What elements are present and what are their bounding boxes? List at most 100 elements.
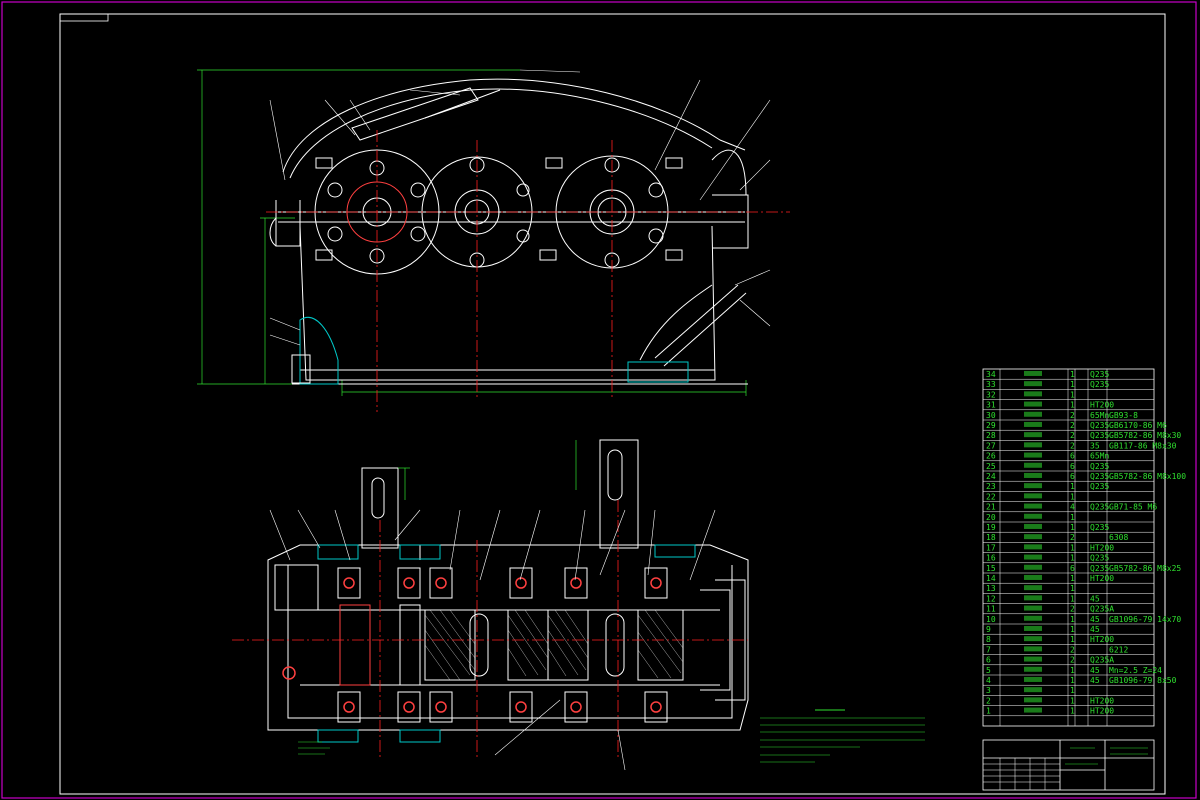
bom-note: GB93-8 xyxy=(1109,411,1138,420)
bom-count: 2 xyxy=(1070,431,1075,440)
bom-item-number: 7 xyxy=(986,645,991,654)
bom-row: 16 1 Q235 xyxy=(986,554,1109,563)
assembly-drawing-canvas[interactable]: 34 1 Q23533 1 Q23532 131 1 HT20030 2 65Mn GB93-829… xyxy=(0,0,1200,800)
bom-part-name-glyph xyxy=(1024,636,1042,642)
bom-count: 1 xyxy=(1070,401,1075,410)
bom-item-number: 16 xyxy=(986,554,996,563)
bom-item-number: 19 xyxy=(986,523,996,532)
bom-material: HT200 xyxy=(1090,543,1114,552)
bom-item-number: 5 xyxy=(986,666,991,675)
bom-row: 30 2 65Mn GB93-8 xyxy=(986,411,1138,420)
bom-note: 6308 xyxy=(1109,533,1128,542)
bom-row: 4 1 45 GB1096-79 8x50 xyxy=(986,676,1177,685)
bom-material: Q235 xyxy=(1090,462,1109,471)
bom-count: 1 xyxy=(1070,666,1075,675)
bom-part-name-glyph xyxy=(1024,513,1042,519)
bom-material: 45 xyxy=(1090,594,1100,603)
bom-row: 10 1 45 GB1096-79 14x70 xyxy=(986,615,1181,624)
bom-note: GB5782-86 M8x25 xyxy=(1109,564,1181,573)
bom-row: 14 1 HT200 xyxy=(986,574,1114,583)
title-block xyxy=(982,739,1155,791)
bom-part-name-glyph xyxy=(1024,442,1042,448)
bom-item-number: 15 xyxy=(986,564,996,573)
technical-notes xyxy=(760,709,925,763)
bom-count: 1 xyxy=(1070,543,1075,552)
bom-material: 45 xyxy=(1090,625,1100,634)
sheet-outer-border xyxy=(1,1,1197,799)
bom-item-number: 12 xyxy=(986,594,996,603)
bom-part-name-glyph xyxy=(1024,523,1042,529)
bom-part-name-glyph xyxy=(1024,503,1042,509)
cad-drawing-viewport[interactable]: 34 1 Q235 33 1 Q235 32 1 31 1 HT200 30 2 65Mn GB93-8 29… xyxy=(0,0,1200,800)
bom-material: HT200 xyxy=(1090,401,1114,410)
bom-count: 1 xyxy=(1070,584,1075,593)
bom-row: 31 xyxy=(986,686,1075,695)
bom-count: 1 xyxy=(1070,615,1075,624)
bom-note: Mn=2.5 Z=24 xyxy=(1109,666,1162,675)
bom-part-name-glyph xyxy=(1024,666,1042,672)
bom-material: Q235A xyxy=(1090,656,1114,665)
bom-note: 6212 xyxy=(1109,645,1128,654)
bom-part-name-glyph xyxy=(1024,401,1042,407)
bom-row: 28 2 Q235 GB5782-86 M8x30 xyxy=(986,431,1181,440)
bom-count: 2 xyxy=(1070,421,1075,430)
bom-count: 1 xyxy=(1070,554,1075,563)
bom-material: Q235 xyxy=(1090,503,1109,512)
bom-row: 33 1 Q235 xyxy=(986,380,1109,389)
bom-row: 32 1 xyxy=(986,390,1075,399)
bom-part-name-glyph xyxy=(1024,432,1042,438)
bom-row: 29 2 Q235 GB6170-86 M6 xyxy=(986,421,1167,430)
bom-row: 20 1 xyxy=(986,513,1075,522)
spec-notes xyxy=(298,741,330,755)
bom-part-name-glyph xyxy=(1024,370,1042,376)
bom-material: Q235 xyxy=(1090,421,1109,430)
bom-row: 12 1 45 xyxy=(986,594,1100,603)
bom-row: 15 6 Q235 GB5782-86 M8x25 xyxy=(986,564,1181,573)
bom-part-name-glyph xyxy=(1024,687,1042,693)
bom-item-number: 6 xyxy=(986,656,991,665)
bom-row: 11 2 Q235A xyxy=(986,605,1114,614)
bom-row: 19 1 Q235 xyxy=(986,523,1109,532)
bom-count: 1 xyxy=(1070,370,1075,379)
bom-item-number: 8 xyxy=(986,635,991,644)
bom-note: GB71-85 M6 xyxy=(1109,503,1157,512)
bom-count: 1 xyxy=(1070,482,1075,491)
bom-row: 21 4 Q235 GB71-85 M6 xyxy=(986,503,1157,512)
bom-material: 35 xyxy=(1090,441,1100,450)
bom-material: 45 xyxy=(1090,666,1100,675)
bom-row: 31 1 HT200 xyxy=(986,401,1114,410)
bom-row: 34 1 Q235 xyxy=(986,370,1109,379)
bom-count: 1 xyxy=(1070,390,1075,399)
bom-count: 1 xyxy=(1070,625,1075,634)
bom-item-number: 9 xyxy=(986,625,991,634)
bom-item-number: 2 xyxy=(986,696,991,705)
front-view xyxy=(197,69,790,412)
bom-count: 2 xyxy=(1070,656,1075,665)
bom-material: Q235 xyxy=(1090,472,1109,481)
bom-part-name-glyph xyxy=(1024,605,1042,611)
bom-part-name-glyph xyxy=(1024,595,1042,601)
bom-count: 2 xyxy=(1070,645,1075,654)
bom-material: HT200 xyxy=(1090,574,1114,583)
bom-count: 6 xyxy=(1070,452,1075,461)
bom-material: Q235 xyxy=(1090,431,1109,440)
bom-part-name-glyph xyxy=(1024,452,1042,458)
bom-item-number: 34 xyxy=(986,370,996,379)
bom-item-number: 25 xyxy=(986,462,996,471)
bom-item-number: 24 xyxy=(986,472,996,481)
bom-item-number: 31 xyxy=(986,401,996,410)
bom-item-number: 3 xyxy=(986,686,991,695)
bom-material: Q235 xyxy=(1090,523,1109,532)
bom-material: Q235 xyxy=(1090,564,1109,573)
bom-item-number: 33 xyxy=(986,380,996,389)
bom-part-name-glyph xyxy=(1024,472,1042,478)
bom-note: GB6170-86 M6 xyxy=(1109,421,1167,430)
bom-count: 6 xyxy=(1070,472,1075,481)
bom-row: 24 6 Q235 GB5782-86 M8x100 xyxy=(986,472,1186,481)
bom-material: Q235 xyxy=(1090,370,1109,379)
bom-row: 25 6 Q235 xyxy=(986,462,1109,471)
bom-row: 6 2 Q235A xyxy=(986,656,1114,665)
bom-item-number: 4 xyxy=(986,676,991,685)
bom-material: HT200 xyxy=(1090,707,1114,716)
bom-row: 8 1 HT200 xyxy=(986,635,1114,644)
